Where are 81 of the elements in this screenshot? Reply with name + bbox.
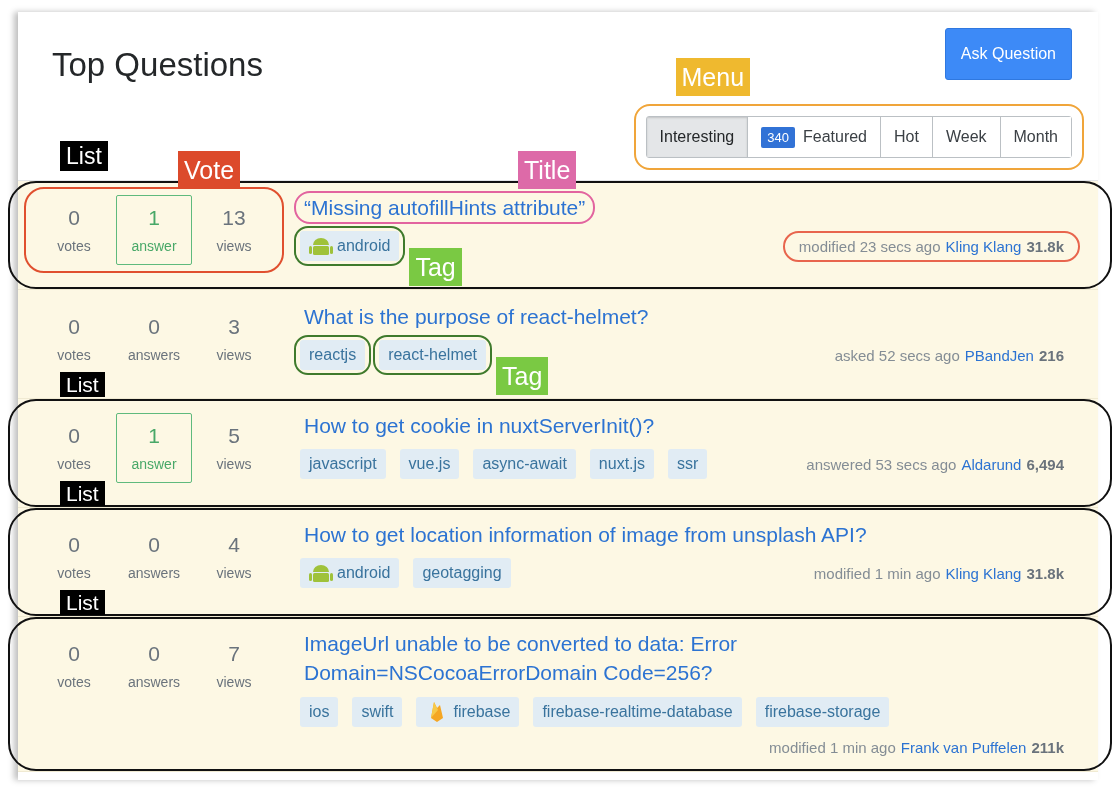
view-label: views [216, 347, 252, 363]
answer-count: 1 [148, 206, 160, 230]
question-tag[interactable]: firebase-storage [755, 696, 890, 727]
list-callout: List [60, 141, 108, 171]
activity-time: modified 1 min ago [769, 738, 896, 756]
view-count: 3 [228, 315, 240, 339]
question-tag[interactable]: reactjs [300, 340, 366, 371]
question-tag[interactable]: vue.js [399, 449, 460, 480]
activity-time: asked 52 secs ago [834, 346, 960, 364]
reputation-score: 31.8k [1026, 564, 1064, 582]
vote-label: votes [57, 456, 91, 472]
question-tag[interactable]: firebase-realtime-database [533, 696, 742, 727]
question-tag[interactable]: ios [300, 696, 339, 727]
view-label: views [216, 565, 252, 581]
answer-count: 0 [148, 533, 160, 557]
tag-callout: Tag [496, 357, 549, 396]
reputation-score: 31.8k [1026, 237, 1064, 255]
question-tag[interactable]: react-helmet [379, 340, 487, 371]
view-count: 7 [228, 642, 240, 666]
count-badge: 340 [761, 126, 795, 148]
question-tag[interactable]: geotagging [413, 558, 511, 589]
question-tag[interactable]: android [300, 231, 400, 262]
answer-label: answers [127, 565, 181, 581]
vote-label: votes [57, 347, 91, 363]
question-tag[interactable]: android [300, 558, 400, 589]
question-title-link[interactable]: What is the purpose of react-helmet? [294, 300, 659, 334]
title-callout: Title [518, 151, 577, 189]
robot-icon [309, 235, 333, 258]
vote-count: 0 [68, 424, 80, 448]
answer-count: 1 [148, 424, 160, 448]
answer-label: answers [127, 674, 181, 690]
reputation-score: 6,494 [1026, 455, 1064, 473]
vote-label: votes [57, 674, 91, 690]
view-label: views [216, 238, 252, 254]
ask-question-button[interactable]: Ask Question [944, 28, 1072, 80]
question-title-link[interactable]: How to get cookie in nuxtServerInit()? [294, 409, 665, 443]
activity-time: answered 53 secs ago [806, 455, 957, 473]
reputation-score: 211k [1031, 738, 1064, 756]
answer-label: answer [131, 456, 177, 472]
question-tag[interactable]: nuxt.js [589, 449, 655, 480]
view-label: views [216, 456, 252, 472]
vote-count: 0 [68, 533, 80, 557]
list-callout: List [60, 372, 105, 397]
user-link[interactable]: PBandJen [964, 346, 1034, 364]
tag-callout: Tag [409, 248, 462, 287]
question-tag[interactable]: swift [352, 696, 403, 727]
list-callout: List [60, 481, 105, 506]
question-title-link[interactable]: ImageUrl unable to be converted to data: Error Domain=NSCocoaErrorDomain Code=256? [294, 627, 1014, 690]
view-count: 13 [222, 206, 246, 230]
answer-count: 0 [148, 315, 160, 339]
view-label: views [216, 674, 252, 690]
vote-count: 0 [68, 315, 80, 339]
page-title: Top Questions [52, 46, 263, 84]
filter-tab[interactable]: Interesting [646, 117, 748, 157]
activity-time: modified 23 secs ago [798, 237, 941, 255]
question-tag[interactable]: ssr [668, 449, 708, 480]
reputation-score: 216 [1038, 346, 1064, 364]
vote-count: 0 [68, 642, 80, 666]
answer-count: 0 [148, 642, 160, 666]
answer-label: answer [131, 238, 177, 254]
question-tag[interactable]: firebase [416, 696, 520, 727]
view-count: 5 [228, 424, 240, 448]
question-tag[interactable]: async-await [473, 449, 576, 480]
question-tag[interactable]: javascript [300, 449, 386, 480]
question-title-link[interactable]: “Missing autofillHints attribute” [294, 191, 596, 225]
vote-label: votes [57, 565, 91, 581]
robot-icon [309, 562, 333, 585]
filter-tab[interactable]: Month [999, 117, 1071, 157]
answer-label: answers [127, 347, 181, 363]
user-link[interactable]: Frank van Puffelen [900, 738, 1027, 756]
question-title-link[interactable]: How to get location information of image from unsplash API? [294, 518, 877, 552]
user-link[interactable]: Kling Klang [945, 564, 1022, 582]
vote-label: votes [57, 238, 91, 254]
activity-time: modified 1 min ago [813, 564, 941, 582]
vote-count: 0 [68, 206, 80, 230]
vote-callout: Vote [178, 151, 241, 189]
list-callout: List [60, 590, 105, 615]
view-count: 4 [228, 533, 240, 557]
user-link[interactable]: Aldarund [961, 455, 1022, 473]
menu-callout: Menu [675, 58, 751, 96]
user-link[interactable]: Kling Klang [945, 237, 1022, 255]
